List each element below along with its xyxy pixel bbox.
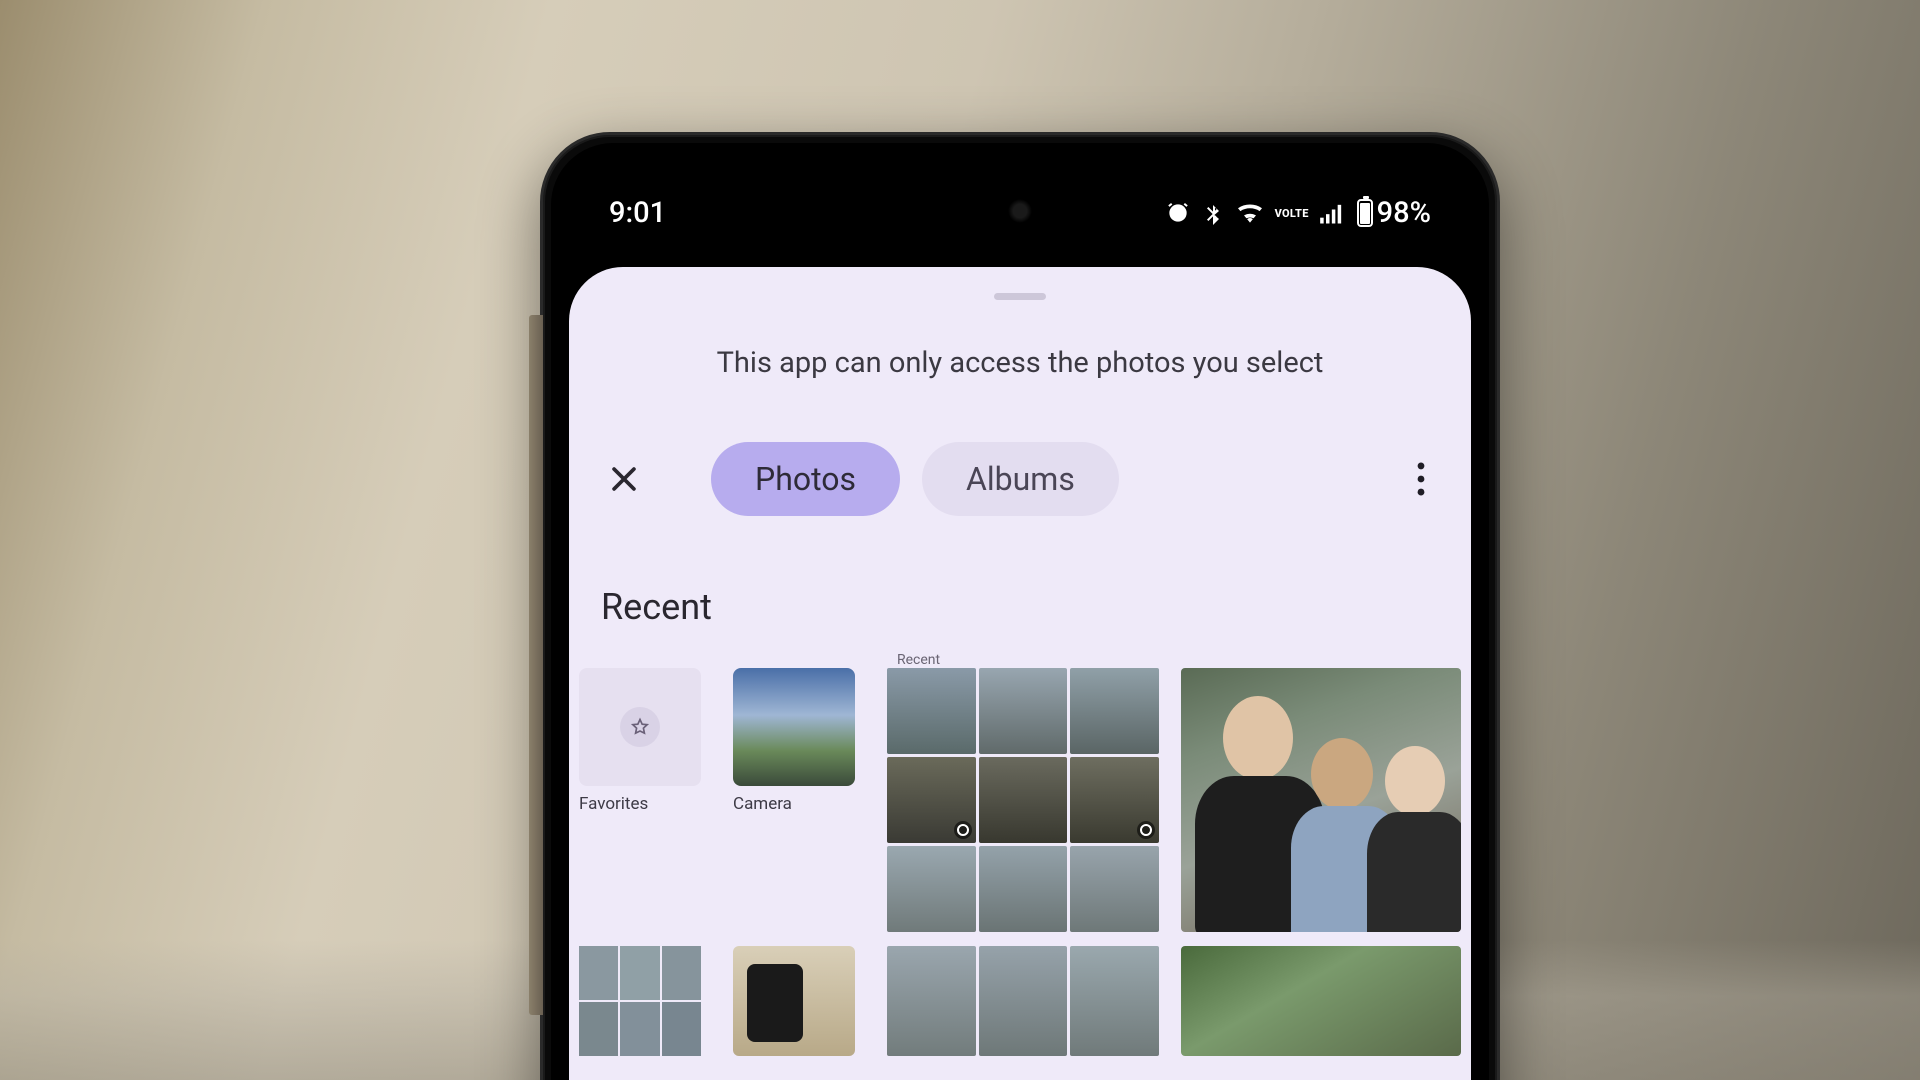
close-icon <box>607 462 641 496</box>
battery-percentage: 98% <box>1377 196 1431 230</box>
tab-photos[interactable]: Photos <box>711 442 900 516</box>
photo-picker-sheet: This app can only access the photos you … <box>569 267 1471 1080</box>
burst-icon <box>954 821 972 839</box>
section-title-recent: Recent <box>601 586 1471 628</box>
battery-icon <box>1357 199 1373 227</box>
battery-indicator: 98% <box>1357 196 1431 230</box>
alarm-icon <box>1165 200 1191 226</box>
phone-hinge <box>529 315 543 1015</box>
photo-device-thumb[interactable] <box>733 946 855 1056</box>
tab-albums[interactable]: Albums <box>922 442 1119 516</box>
photo-cluster[interactable]: Recent <box>887 668 1159 932</box>
photo-cluster-small[interactable] <box>887 946 1159 1056</box>
album-favorites-label: Favorites <box>579 794 711 814</box>
close-button[interactable] <box>597 452 651 506</box>
photo-mini-cluster[interactable] <box>579 946 701 1056</box>
volte-icon: VO LTE <box>1275 208 1309 219</box>
camera-notch <box>915 167 1125 189</box>
album-camera-label: Camera <box>733 794 865 814</box>
album-favorites[interactable]: Favorites <box>579 668 711 932</box>
photo-grid-row-2 <box>569 946 1471 1056</box>
star-icon <box>620 707 660 747</box>
signal-icon <box>1319 201 1347 225</box>
photo-thumb[interactable] <box>887 846 976 932</box>
more-options-button[interactable] <box>1399 452 1443 506</box>
photo-grid: Favorites Camera Recent <box>569 668 1471 932</box>
photo-thumb[interactable] <box>979 846 1068 932</box>
photo-large[interactable] <box>1181 668 1461 932</box>
album-camera-cover <box>733 668 855 786</box>
status-bar: 9:01 VO LTE <box>591 191 1449 235</box>
photo-thumb[interactable] <box>1070 757 1159 843</box>
phone-bezel: 9:01 VO LTE <box>551 143 1489 1080</box>
bluetooth-icon <box>1201 200 1225 226</box>
wifi-icon <box>1235 201 1265 225</box>
permission-message: This app can only access the photos you … <box>569 346 1471 380</box>
phone-hardware: 9:01 VO LTE <box>540 132 1500 1080</box>
status-time: 9:01 <box>609 196 666 230</box>
photo-thumb[interactable] <box>1070 668 1159 754</box>
more-vertical-icon <box>1417 462 1425 496</box>
photo-thumb[interactable] <box>887 946 976 1056</box>
album-favorites-cover <box>579 668 701 786</box>
burst-icon <box>1137 821 1155 839</box>
photo-thumb[interactable] <box>979 946 1068 1056</box>
photo-thumb[interactable] <box>887 668 976 754</box>
photo-thumb[interactable] <box>979 668 1068 754</box>
drag-handle[interactable] <box>994 293 1046 300</box>
photo-thumb[interactable] <box>1070 946 1159 1056</box>
photo-thumb[interactable] <box>887 757 976 843</box>
album-camera[interactable]: Camera <box>733 668 865 932</box>
cluster-recent-label: Recent <box>897 652 940 668</box>
status-icons: VO LTE 98% <box>1165 196 1431 230</box>
photo-thumb[interactable] <box>1070 846 1159 932</box>
photo-large-2[interactable] <box>1181 946 1461 1056</box>
photo-thumb[interactable] <box>979 757 1068 843</box>
tab-row: Photos Albums <box>569 442 1471 516</box>
tabs: Photos Albums <box>711 442 1119 516</box>
scene-background: 9:01 VO LTE <box>0 0 1920 1080</box>
